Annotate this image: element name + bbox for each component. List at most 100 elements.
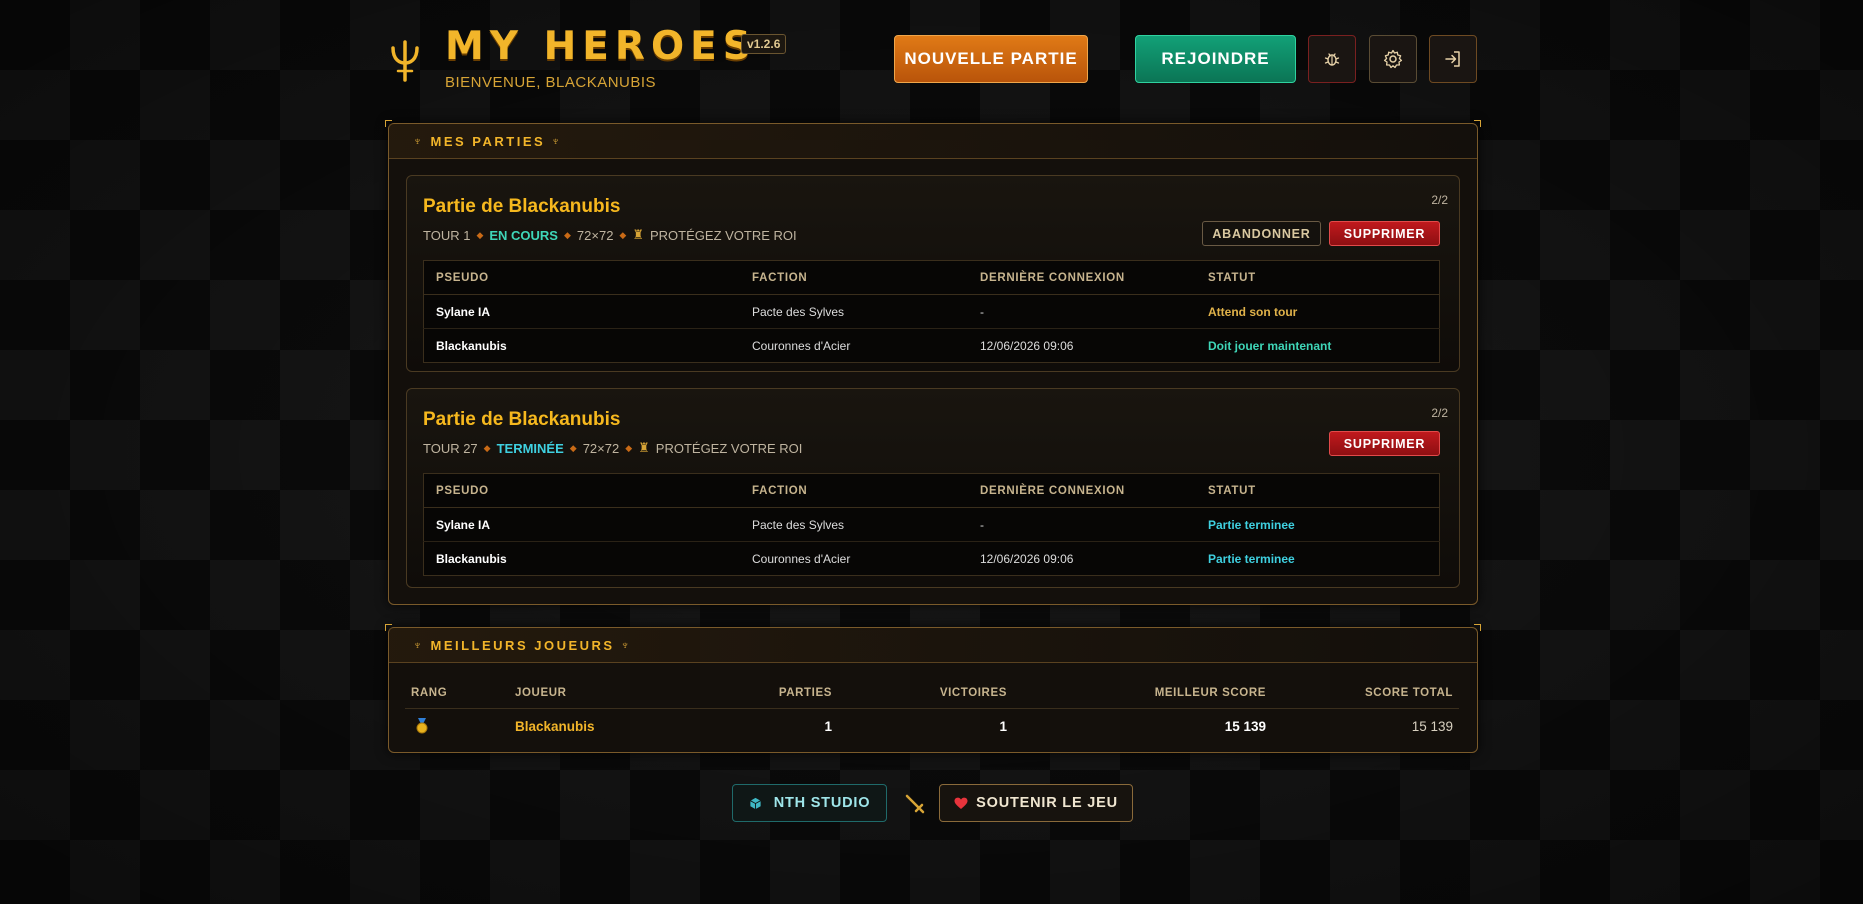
game-objective: PROTÉGEZ VOTRE ROI	[655, 440, 803, 456]
player-status: Partie terminee	[1196, 507, 1440, 542]
column-header: DERNIÈRE CONNEXION	[968, 473, 1196, 508]
bug-report-button[interactable]	[1308, 35, 1356, 83]
column-header: FACTION	[740, 473, 968, 508]
leaderboard-panel: ♆ MEILLEURS JOUEURS ♆ RANG JOUEUR PARTIE…	[385, 624, 1481, 753]
heart-icon	[954, 797, 968, 809]
diamond-icon: ◆	[619, 229, 627, 240]
join-button[interactable]: REJOINDRE	[1135, 35, 1296, 83]
game-card: Partie de Blackanubis TOUR 1 ◆ EN COURS …	[406, 175, 1460, 372]
column-header: MEILLEUR SCORE	[1013, 678, 1272, 709]
table-row: Blackanubis Couronnes d'Acier 12/06/2026…	[424, 329, 1440, 363]
table-row: Blackanubis 1 1 15 139 15 139	[405, 709, 1459, 744]
support-game-button[interactable]: SOUTENIR LE JEU	[939, 784, 1133, 822]
diamond-icon: ◆	[569, 442, 577, 453]
objective-icon: ♜	[638, 440, 650, 455]
player-count: 2/2	[1431, 406, 1448, 420]
leaderboard-total-score: 15 139	[1411, 718, 1453, 734]
objective-icon: ♜	[632, 227, 644, 242]
my-games-header: ♆ MES PARTIES ♆	[389, 124, 1477, 159]
logout-button[interactable]	[1429, 35, 1477, 83]
game-card: Partie de Blackanubis TOUR 27 ◆ TERMINÉE…	[406, 388, 1460, 588]
leaderboard-title: MEILLEURS JOUEURS	[430, 637, 615, 653]
nth-studio-label: NTH STUDIO	[773, 795, 871, 811]
cube-icon	[749, 797, 761, 809]
table-row: Sylane IA Pacte des Sylves - Partie term…	[423, 507, 1440, 542]
table-header-row: PSEUDO FACTION DERNIÈRE CONNEXION STATUT	[423, 473, 1440, 508]
my-games-panel: ♆ MES PARTIES ♆ Partie de Blackanubis TO…	[385, 120, 1481, 605]
map-size: 72×72	[582, 440, 620, 456]
column-header: SCORE TOTAL	[1272, 678, 1459, 709]
trident-logo-icon	[391, 40, 419, 82]
diamond-icon: ◆	[625, 442, 633, 453]
delete-button[interactable]: SUPPRIMER	[1329, 221, 1440, 246]
game-meta: TOUR 27 ◆ TERMINÉE ◆ 72×72 ◆ ♜ PROTÉGEZ …	[423, 440, 802, 456]
players-table: PSEUDO FACTION DERNIÈRE CONNEXION STATUT…	[423, 473, 1440, 576]
game-turn: TOUR 1	[423, 227, 471, 243]
game-title: Partie de Blackanubis	[423, 409, 621, 430]
nth-studio-button[interactable]: NTH STUDIO	[732, 784, 887, 822]
player-status: Doit jouer maintenant	[1208, 338, 1332, 353]
new-game-button[interactable]: NOUVELLE PARTIE	[894, 35, 1088, 83]
delete-button[interactable]: SUPPRIMER	[1329, 431, 1440, 456]
diamond-icon: ◆	[563, 229, 571, 240]
column-header: PSEUDO	[423, 260, 740, 295]
rank-cell	[405, 709, 509, 744]
column-header: STATUT	[1196, 473, 1440, 508]
leaderboard-games: 1	[824, 718, 832, 734]
player-pseudo: Blackanubis	[436, 338, 507, 353]
sword-icon	[905, 794, 925, 814]
game-title: Partie de Blackanubis	[423, 196, 621, 217]
diamond-icon: ◆	[476, 229, 484, 240]
trident-ornament-icon: ♆	[413, 638, 425, 652]
column-header: DERNIÈRE CONNEXION	[968, 260, 1196, 295]
leaderboard-player[interactable]: Blackanubis	[509, 709, 701, 744]
gear-icon	[1383, 49, 1403, 69]
column-header: PARTIES	[701, 678, 838, 709]
column-header: VICTOIRES	[838, 678, 1013, 709]
player-status: Partie terminee	[1208, 551, 1295, 566]
trident-ornament-icon: ♆	[551, 134, 563, 148]
column-header: JOUEUR	[509, 678, 701, 709]
player-last-login: 12/06/2026 09:06	[980, 551, 1074, 566]
my-games-title: MES PARTIES	[430, 133, 546, 149]
game-status: EN COURS	[489, 227, 558, 243]
column-header: STATUT	[1196, 260, 1440, 295]
settings-button[interactable]	[1369, 35, 1417, 83]
header: MY HEROES v1.2.6 BIENVENUE, BLACKANUBIS …	[388, 0, 1478, 122]
column-header: FACTION	[740, 260, 968, 295]
leaderboard-header: ♆ MEILLEURS JOUEURS ♆	[389, 628, 1477, 663]
leaderboard-table: RANG JOUEUR PARTIES VICTOIRES MEILLEUR S…	[405, 678, 1459, 743]
app-title: MY HEROES	[445, 24, 757, 69]
player-faction: Couronnes d'Acier	[752, 338, 851, 353]
page: MY HEROES v1.2.6 BIENVENUE, BLACKANUBIS …	[385, 0, 1481, 753]
game-meta: TOUR 1 ◆ EN COURS ◆ 72×72 ◆ ♜ PROTÉGEZ V…	[423, 227, 797, 243]
player-faction: Pacte des Sylves	[740, 294, 968, 329]
game-objective: PROTÉGEZ VOTRE ROI	[650, 227, 797, 243]
game-status: TERMINÉE	[496, 440, 564, 456]
support-label: SOUTENIR LE JEU	[976, 795, 1118, 811]
player-pseudo: Blackanubis	[436, 551, 507, 566]
player-faction: Couronnes d'Acier	[752, 551, 851, 566]
player-status: Attend son tour	[1196, 294, 1440, 329]
logout-icon	[1445, 51, 1460, 67]
abandon-button[interactable]: ABANDONNER	[1202, 221, 1321, 246]
player-last-login: -	[968, 507, 1196, 542]
players-table: PSEUDO FACTION DERNIÈRE CONNEXION STATUT…	[423, 260, 1440, 363]
table-header-row: PSEUDO FACTION DERNIÈRE CONNEXION STATUT	[423, 260, 1440, 295]
player-pseudo: Sylane IA	[423, 294, 740, 329]
gold-medal-icon	[416, 718, 428, 734]
table-row: Sylane IA Pacte des Sylves - Attend son …	[423, 294, 1440, 329]
table-header-row: RANG JOUEUR PARTIES VICTOIRES MEILLEUR S…	[405, 678, 1459, 709]
trident-ornament-icon: ♆	[413, 134, 425, 148]
trident-ornament-icon: ♆	[620, 638, 633, 652]
diamond-icon: ◆	[483, 442, 491, 453]
column-header: PSEUDO	[423, 473, 740, 508]
player-faction: Pacte des Sylves	[740, 507, 968, 542]
column-header: RANG	[405, 678, 509, 709]
version-badge: v1.2.6	[741, 34, 787, 54]
player-count: 2/2	[1431, 193, 1448, 207]
leaderboard-best-score: 15 139	[1224, 718, 1266, 734]
table-row: Blackanubis Couronnes d'Acier 12/06/2026…	[424, 542, 1440, 576]
player-last-login: -	[968, 294, 1196, 329]
welcome-text: BIENVENUE, BLACKANUBIS	[445, 74, 657, 91]
